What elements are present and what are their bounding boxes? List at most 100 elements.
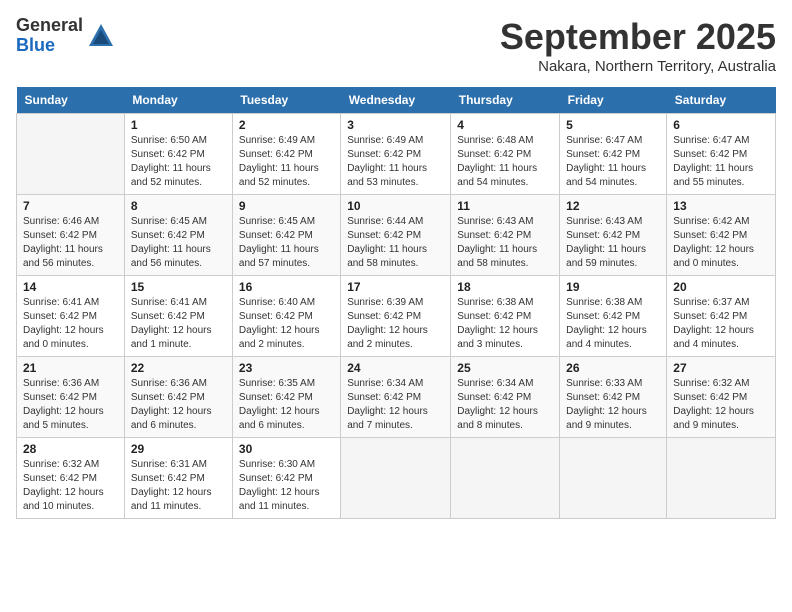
calendar-cell: 18Sunrise: 6:38 AM Sunset: 6:42 PM Dayli… [451, 276, 560, 357]
day-number: 9 [239, 199, 334, 213]
day-number: 5 [566, 118, 660, 132]
day-info: Sunrise: 6:47 AM Sunset: 6:42 PM Dayligh… [673, 134, 769, 190]
day-number: 25 [457, 361, 553, 375]
calendar-cell: 28 Sunrise: 6:32 AM Sunset: 6:42 PM Dayli… [17, 438, 125, 519]
calendar-cell: 17 Sunrise: 6:39 AM Sunset: 6:42 PM Dayli… [341, 276, 451, 357]
calendar-cell: 29 Sunrise: 6:31 AM Sunset: 6:42 PM Dayli… [124, 438, 232, 519]
day-info: Sunrise: 6:38 AM Sunset: 6:42 PM Dayligh… [566, 296, 660, 352]
calendar-cell [667, 438, 776, 519]
day-number: 21 [23, 361, 118, 375]
calendar-cell [341, 438, 451, 519]
day-number: 16 [239, 280, 334, 294]
header: General Blue September 2025 Nakara, Nort… [16, 16, 776, 75]
calendar-cell: 8Sunrise: 6:45 AM Sunset: 6:42 PM Daylig… [124, 195, 232, 276]
calendar-cell: 30 Sunrise: 6:30 AM Sunset: 6:42 PM Dayli… [232, 438, 340, 519]
logo-text: General Blue [16, 16, 83, 56]
day-info: Sunrise: 6:40 AM Sunset: 6:42 PM Dayligh… [239, 296, 334, 352]
month-title: September 2025 [500, 16, 776, 58]
weekday-header-thursday: Thursday [451, 87, 560, 114]
day-info: Sunrise: 6:50 AM Sunset: 6:42 PM Dayligh… [131, 134, 226, 190]
calendar-cell: 1 Sunrise: 6:50 AM Sunset: 6:42 PM Daylig… [124, 114, 232, 195]
day-info: Sunrise: 6:45 AM Sunset: 6:42 PM Dayligh… [239, 215, 334, 271]
calendar-cell [560, 438, 667, 519]
calendar-cell: 5Sunrise: 6:47 AM Sunset: 6:42 PM Daylig… [560, 114, 667, 195]
logo-blue: Blue [16, 36, 83, 56]
day-number: 24 [347, 361, 444, 375]
calendar-cell: 6 Sunrise: 6:47 AM Sunset: 6:42 PM Daylig… [667, 114, 776, 195]
day-info: Sunrise: 6:32 AM Sunset: 6:42 PM Dayligh… [673, 377, 769, 433]
calendar-week-row: 1 Sunrise: 6:50 AM Sunset: 6:42 PM Daylig… [17, 114, 776, 195]
day-number: 11 [457, 199, 553, 213]
day-number: 22 [131, 361, 226, 375]
calendar-table: SundayMondayTuesdayWednesdayThursdayFrid… [16, 87, 776, 519]
calendar-cell: 4 Sunrise: 6:48 AM Sunset: 6:42 PM Daylig… [451, 114, 560, 195]
day-number: 29 [131, 442, 226, 456]
calendar-cell: 23Sunrise: 6:35 AM Sunset: 6:42 PM Dayli… [232, 357, 340, 438]
weekday-header-sunday: Sunday [17, 87, 125, 114]
day-number: 10 [347, 199, 444, 213]
day-info: Sunrise: 6:42 AM Sunset: 6:42 PM Dayligh… [673, 215, 769, 271]
calendar-cell: 16 Sunrise: 6:40 AM Sunset: 6:42 PM Dayli… [232, 276, 340, 357]
calendar-cell: 25Sunrise: 6:34 AM Sunset: 6:42 PM Dayli… [451, 357, 560, 438]
calendar-cell: 20 Sunrise: 6:37 AM Sunset: 6:42 PM Dayli… [667, 276, 776, 357]
calendar-cell: 26 Sunrise: 6:33 AM Sunset: 6:42 PM Dayli… [560, 357, 667, 438]
day-number: 12 [566, 199, 660, 213]
weekday-header-saturday: Saturday [667, 87, 776, 114]
day-info: Sunrise: 6:38 AM Sunset: 6:42 PM Dayligh… [457, 296, 553, 352]
day-info: Sunrise: 6:41 AM Sunset: 6:42 PM Dayligh… [23, 296, 118, 352]
day-info: Sunrise: 6:33 AM Sunset: 6:42 PM Dayligh… [566, 377, 660, 433]
day-info: Sunrise: 6:39 AM Sunset: 6:42 PM Dayligh… [347, 296, 444, 352]
day-number: 3 [347, 118, 444, 132]
day-number: 28 [23, 442, 118, 456]
weekday-header-wednesday: Wednesday [341, 87, 451, 114]
calendar-cell [451, 438, 560, 519]
day-number: 19 [566, 280, 660, 294]
calendar-cell: 27 Sunrise: 6:32 AM Sunset: 6:42 PM Dayli… [667, 357, 776, 438]
day-number: 4 [457, 118, 553, 132]
day-number: 27 [673, 361, 769, 375]
day-number: 6 [673, 118, 769, 132]
day-number: 13 [673, 199, 769, 213]
day-number: 17 [347, 280, 444, 294]
day-number: 20 [673, 280, 769, 294]
day-number: 14 [23, 280, 118, 294]
day-number: 1 [131, 118, 226, 132]
day-info: Sunrise: 6:37 AM Sunset: 6:42 PM Dayligh… [673, 296, 769, 352]
day-info: Sunrise: 6:48 AM Sunset: 6:42 PM Dayligh… [457, 134, 553, 190]
calendar-cell: 2Sunrise: 6:49 AM Sunset: 6:42 PM Daylig… [232, 114, 340, 195]
calendar-cell [17, 114, 125, 195]
calendar-cell: 10Sunrise: 6:44 AM Sunset: 6:42 PM Dayli… [341, 195, 451, 276]
logo-icon [87, 22, 115, 50]
weekday-header-monday: Monday [124, 87, 232, 114]
calendar-cell: 21 Sunrise: 6:36 AM Sunset: 6:42 PM Dayli… [17, 357, 125, 438]
day-info: Sunrise: 6:43 AM Sunset: 6:42 PM Dayligh… [457, 215, 553, 271]
logo: General Blue [16, 16, 115, 56]
calendar-week-row: 7 Sunrise: 6:46 AM Sunset: 6:42 PM Daylig… [17, 195, 776, 276]
weekday-header-tuesday: Tuesday [232, 87, 340, 114]
day-number: 7 [23, 199, 118, 213]
calendar-cell: 15 Sunrise: 6:41 AM Sunset: 6:42 PM Dayli… [124, 276, 232, 357]
calendar-cell: 11 Sunrise: 6:43 AM Sunset: 6:42 PM Dayli… [451, 195, 560, 276]
day-number: 30 [239, 442, 334, 456]
day-info: Sunrise: 6:36 AM Sunset: 6:42 PM Dayligh… [23, 377, 118, 433]
day-info: Sunrise: 6:41 AM Sunset: 6:42 PM Dayligh… [131, 296, 226, 352]
day-info: Sunrise: 6:32 AM Sunset: 6:42 PM Dayligh… [23, 458, 118, 514]
day-info: Sunrise: 6:34 AM Sunset: 6:42 PM Dayligh… [347, 377, 444, 433]
day-info: Sunrise: 6:30 AM Sunset: 6:42 PM Dayligh… [239, 458, 334, 514]
calendar-cell: 12Sunrise: 6:43 AM Sunset: 6:42 PM Dayli… [560, 195, 667, 276]
day-info: Sunrise: 6:49 AM Sunset: 6:42 PM Dayligh… [239, 134, 334, 190]
calendar-cell: 13 Sunrise: 6:42 AM Sunset: 6:42 PM Dayli… [667, 195, 776, 276]
day-info: Sunrise: 6:36 AM Sunset: 6:42 PM Dayligh… [131, 377, 226, 433]
day-info: Sunrise: 6:35 AM Sunset: 6:42 PM Dayligh… [239, 377, 334, 433]
calendar-cell: 24 Sunrise: 6:34 AM Sunset: 6:42 PM Dayli… [341, 357, 451, 438]
day-info: Sunrise: 6:49 AM Sunset: 6:42 PM Dayligh… [347, 134, 444, 190]
day-info: Sunrise: 6:45 AM Sunset: 6:42 PM Dayligh… [131, 215, 226, 271]
title-area: September 2025 Nakara, Northern Territor… [500, 16, 776, 75]
day-number: 26 [566, 361, 660, 375]
day-info: Sunrise: 6:46 AM Sunset: 6:42 PM Dayligh… [23, 215, 118, 271]
calendar-cell: 7 Sunrise: 6:46 AM Sunset: 6:42 PM Daylig… [17, 195, 125, 276]
day-info: Sunrise: 6:31 AM Sunset: 6:42 PM Dayligh… [131, 458, 226, 514]
location-title: Nakara, Northern Territory, Australia [500, 58, 776, 75]
calendar-week-row: 14 Sunrise: 6:41 AM Sunset: 6:42 PM Dayli… [17, 276, 776, 357]
day-number: 15 [131, 280, 226, 294]
